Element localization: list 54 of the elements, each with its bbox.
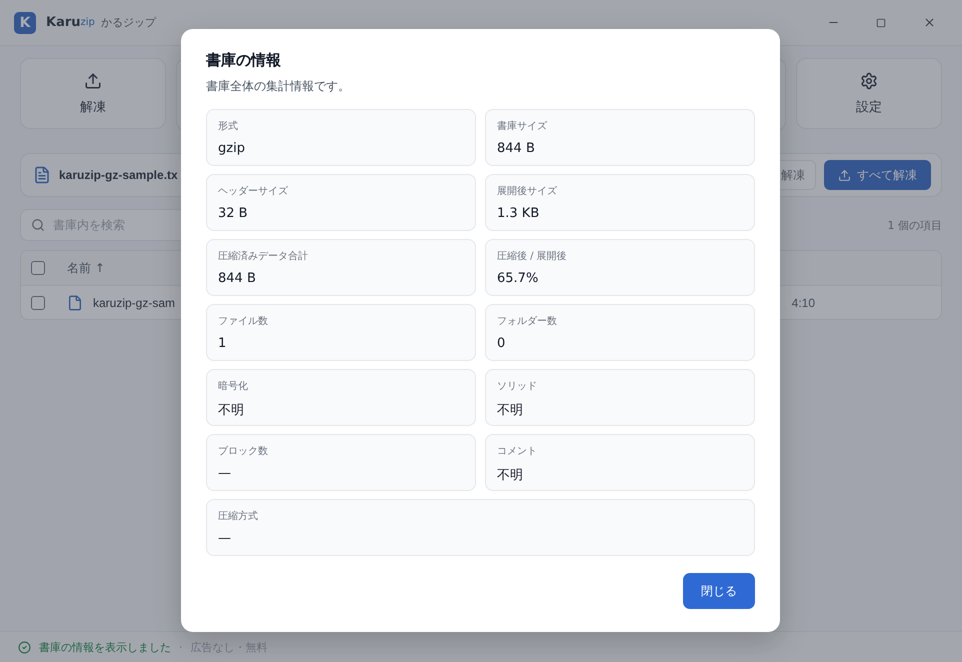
search-icon [31,218,45,232]
info-value: 0 [497,336,506,351]
info-label: ファイル数 [218,315,269,328]
info-label: フォルダー数 [497,315,558,328]
info-label: ヘッダーサイズ [218,185,289,198]
info-value: 不明 [497,467,524,484]
file-name-cell: karuzip-gz-sam [93,296,176,310]
info-label: 暗号化 [218,380,249,393]
info-label: ブロック数 [218,444,269,458]
extract-tool-button[interactable]: 解凍 [20,58,166,129]
info-label: ソリッド [497,380,538,393]
upload-icon [838,168,851,182]
info-value: — [218,466,232,481]
info-value: — [218,531,232,546]
settings-icon [860,72,878,90]
file-icon [67,294,83,310]
close-dialog-button[interactable]: 閉じる [683,573,755,609]
close-icon [922,16,936,29]
info-value: 不明 [497,402,524,419]
app-title: Karu [46,15,81,30]
info-label: 圧縮済みデータ合計 [218,250,309,263]
name-column-header[interactable]: 名前 ↑ [67,260,105,276]
select-all-checkbox[interactable] [31,261,45,275]
info-value: 1 [218,336,228,351]
info-label: 書庫サイズ [497,120,548,133]
info-value: 844 B [218,271,257,286]
extract-all-button[interactable]: すべて解凍 [824,160,931,190]
info-label: コメント [497,445,538,458]
info-value: 1.3 KB [497,206,540,221]
row-checkbox[interactable] [31,296,45,310]
settings-tool-button[interactable]: 設定 [796,58,942,129]
dialog-subtitle: 書庫全体の集計情報です。 [206,78,351,95]
file-icon [33,166,51,184]
info-value: 不明 [218,402,245,419]
info-label: 形式 [218,120,239,133]
info-value: gzip [218,141,246,156]
info-label: 圧縮方式 [218,510,259,523]
status-message: 書庫の情報を表示しました [39,640,171,654]
info-value: 65.7% [497,271,540,286]
status-separator: · [179,640,182,654]
info-value: 32 B [218,206,249,221]
info-label: 展開後サイズ [497,185,558,198]
archive-file-name: karuzip-gz-sample.tx [59,168,178,182]
item-count: 1 個の項目 [888,218,942,232]
app-logo: K [14,12,36,34]
modified-time-cell: 4:10 [792,296,815,310]
dialog-title: 書庫の情報 [206,51,282,70]
app-subtitle: かるジップ [100,15,156,30]
info-value: 844 B [497,141,536,156]
app-title-accent: zip [80,17,95,28]
check-icon [18,640,31,654]
maximize-icon [876,18,886,28]
upload-icon [84,72,102,90]
info-label: 圧縮後 / 展開後 [497,250,568,263]
